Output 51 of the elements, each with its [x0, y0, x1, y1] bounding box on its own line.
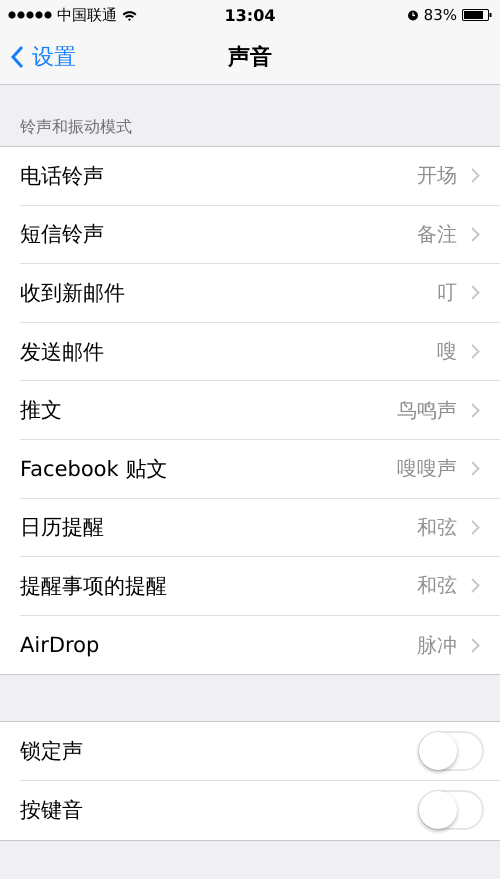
- settings-row[interactable]: Facebook 贴文 嗖嗖声: [20, 440, 500, 499]
- row-value: 嗖嗖声: [397, 455, 457, 482]
- carrier-name: 中国联通: [57, 6, 117, 24]
- clock-time: 13:04: [224, 6, 276, 24]
- back-chevron-icon: [10, 45, 24, 69]
- row-value: 备注: [417, 220, 457, 248]
- page-title: 声音: [228, 44, 272, 72]
- settings-row[interactable]: 发送邮件 嗖: [20, 322, 500, 382]
- row-value: 鸟鸣声: [397, 396, 457, 424]
- settings-row[interactable]: AirDrop 脉冲: [20, 616, 500, 674]
- battery-percentage: 83%: [424, 6, 457, 24]
- chevron-icon: [471, 461, 480, 476]
- settings-row[interactable]: 电话铃声 开场: [20, 147, 500, 206]
- toggle-switch[interactable]: [418, 731, 484, 772]
- row-value: 叮: [437, 279, 457, 306]
- battery-icon: [462, 9, 492, 21]
- row-label: 锁定声: [20, 738, 84, 766]
- row-label: 发送邮件: [20, 338, 105, 366]
- settings-row[interactable]: 短信铃声 备注: [20, 206, 500, 264]
- chevron-icon: [471, 578, 480, 594]
- row-value: 嗖: [437, 338, 457, 366]
- row-label: 短信铃声: [20, 221, 105, 248]
- row-label: 按键音: [20, 797, 84, 824]
- chevron-icon: [471, 402, 480, 418]
- alarm-clock-icon: [406, 9, 419, 21]
- section-header: 铃声和振动模式: [20, 117, 132, 138]
- row-value: 和弦: [417, 572, 457, 600]
- chevron-icon: [471, 344, 480, 360]
- row-label: 收到新邮件: [20, 280, 126, 307]
- signal-icon: [8, 11, 52, 19]
- row-label: 电话铃声: [20, 162, 105, 190]
- row-label: 日历提醒: [20, 514, 105, 542]
- row-value: 和弦: [417, 514, 457, 541]
- row-value: 脉冲: [417, 632, 457, 659]
- settings-row[interactable]: 日历提醒 和弦: [20, 498, 500, 558]
- chevron-icon: [471, 226, 480, 242]
- row-label: AirDrop: [20, 633, 100, 658]
- settings-row[interactable]: 收到新邮件 叮: [20, 264, 500, 323]
- wifi-icon: [122, 10, 137, 20]
- row-value: 开场: [417, 162, 457, 190]
- chevron-icon: [471, 168, 480, 184]
- back-button[interactable]: 设置: [0, 42, 86, 72]
- chevron-icon: [471, 520, 480, 535]
- settings-row[interactable]: 提醒事项的提醒 和弦: [20, 557, 500, 616]
- chevron-icon: [471, 285, 480, 300]
- row-label: 推文: [20, 397, 63, 424]
- toggle-switch[interactable]: [418, 790, 484, 830]
- row-label: Facebook 贴文: [20, 456, 168, 483]
- chevron-icon: [471, 638, 480, 653]
- settings-row[interactable]: 推文 鸟鸣声: [20, 381, 500, 440]
- row-label: 提醒事项的提醒: [20, 572, 168, 600]
